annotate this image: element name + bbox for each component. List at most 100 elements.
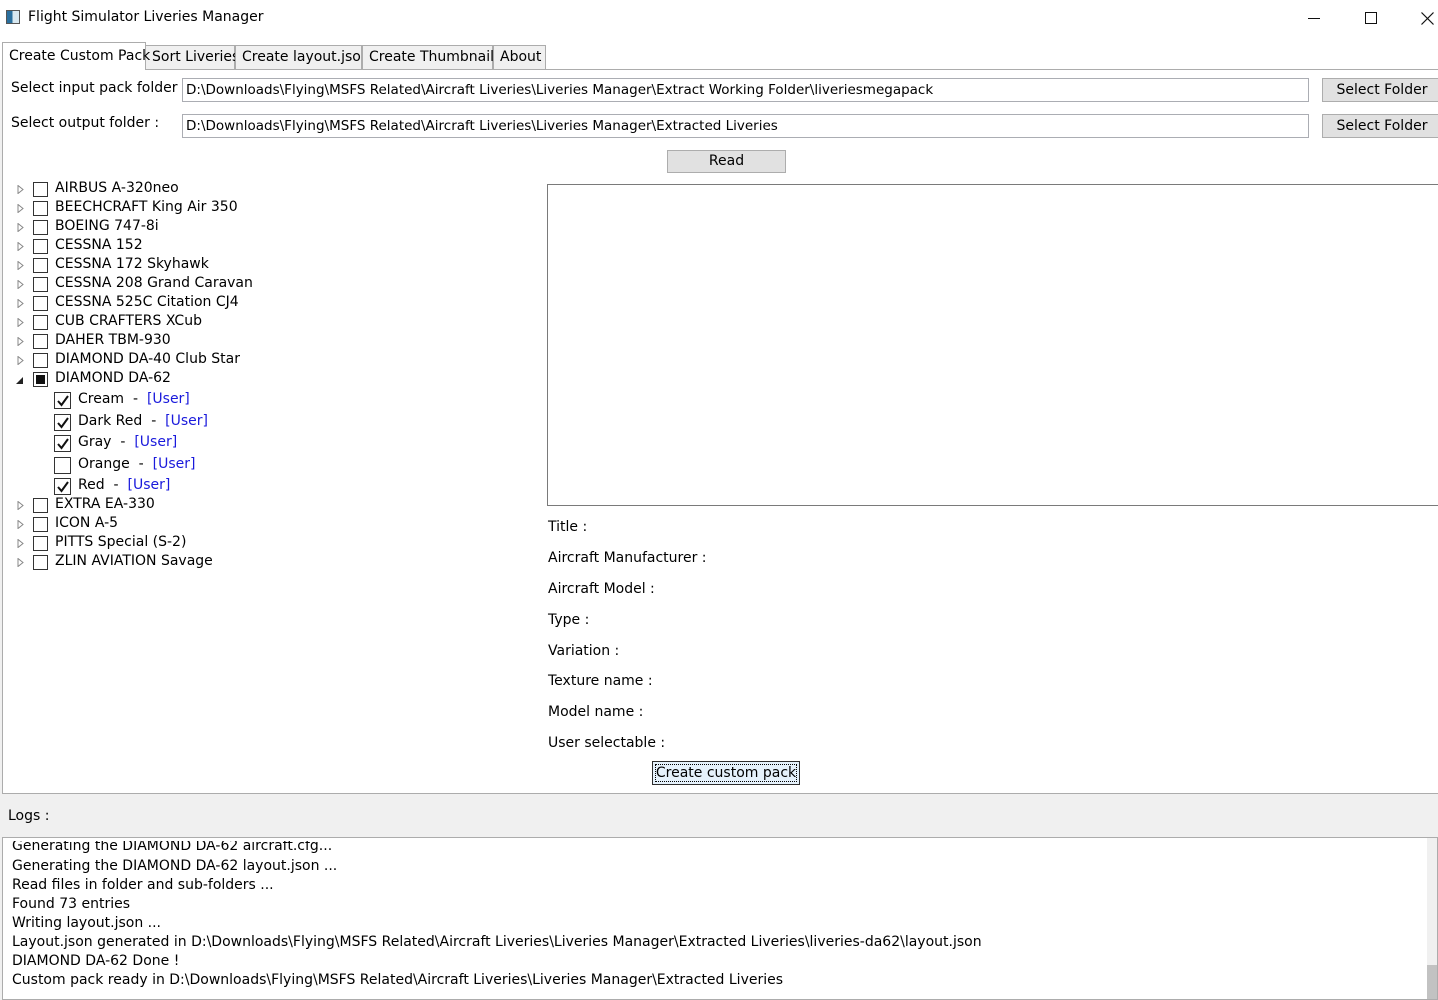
tree-item-label: CUB CRAFTERS XCub xyxy=(55,313,202,329)
tree-checkbox[interactable] xyxy=(33,239,48,254)
app-window: Flight Simulator Liveries Manager Create… xyxy=(0,0,1438,1000)
detail-model-name-label: Model name : xyxy=(548,704,644,720)
livery-checkbox-unchecked[interactable] xyxy=(54,457,71,474)
log-line: Read files in folder and sub-folders ... xyxy=(12,877,274,893)
checkmark-icon xyxy=(57,417,69,429)
logs-scroll-thumb[interactable] xyxy=(1427,965,1437,999)
minimize-button[interactable] xyxy=(1290,0,1338,36)
livery-checkbox-checked[interactable] xyxy=(54,435,71,452)
tree-checkbox[interactable] xyxy=(33,334,48,349)
livery-name: Dark Red xyxy=(78,413,143,429)
log-line: Writing layout.json ... xyxy=(12,915,162,931)
expand-arrow-icon[interactable] xyxy=(16,318,25,327)
tab-sort-liveries[interactable]: Sort Liveries xyxy=(145,45,239,69)
tree-item-label: EXTRA EA-330 xyxy=(55,496,155,512)
focus-rectangle xyxy=(655,764,797,782)
create-custom-pack-button[interactable]: Create custom pack xyxy=(652,761,800,785)
checkmark-icon xyxy=(57,395,69,407)
input-folder-label: Select input pack folder : xyxy=(11,80,187,96)
tab-create-thumbnails[interactable]: Create Thumbnails xyxy=(362,45,501,69)
tree-checkbox[interactable] xyxy=(33,201,48,216)
expand-arrow-icon[interactable] xyxy=(16,261,25,270)
tree-checkbox[interactable] xyxy=(33,258,48,273)
livery-checkbox-checked[interactable] xyxy=(54,478,71,495)
expand-arrow-icon[interactable] xyxy=(16,356,25,365)
tree-item-label: CESSNA 172 Skyhawk xyxy=(55,256,209,272)
tree-checkbox[interactable] xyxy=(33,555,48,570)
app-icon xyxy=(6,10,20,24)
logs-output[interactable]: Generating the DIAMOND DA-62 aircraft.cf… xyxy=(2,837,1438,1000)
livery-user-tag: [User] xyxy=(134,434,178,450)
tab-create-custom-pack[interactable]: Create Custom Pack xyxy=(2,42,150,70)
log-line: DIAMOND DA-62 Done ! xyxy=(12,953,180,969)
livery-separator: - xyxy=(113,477,119,493)
tree-item-label: CESSNA 208 Grand Caravan xyxy=(55,275,253,291)
tree-checkbox[interactable] xyxy=(33,220,48,235)
detail-title-label: Title : xyxy=(548,519,588,535)
detail-texture-label: Texture name : xyxy=(548,673,653,689)
close-icon xyxy=(1420,11,1434,25)
maximize-button[interactable] xyxy=(1347,0,1395,36)
select-output-folder-button[interactable]: Select Folder xyxy=(1322,114,1438,138)
expand-arrow-icon[interactable] xyxy=(16,558,25,567)
livery-user-tag: [User] xyxy=(127,477,171,493)
expand-arrow-icon[interactable] xyxy=(16,280,25,289)
tree-item-label: AIRBUS A-320neo xyxy=(55,180,179,196)
tree-checkbox[interactable] xyxy=(33,536,48,551)
maximize-icon xyxy=(1365,12,1377,24)
expand-arrow-icon[interactable] xyxy=(16,337,25,346)
tree-checkbox-partial[interactable] xyxy=(33,372,48,387)
tree-checkbox[interactable] xyxy=(33,182,48,197)
expand-arrow-icon[interactable] xyxy=(16,299,25,308)
expand-arrow-icon[interactable] xyxy=(16,185,25,194)
log-line: Found 73 entries xyxy=(12,896,130,912)
collapse-arrow-icon[interactable] xyxy=(15,376,24,385)
tree-checkbox[interactable] xyxy=(33,498,48,513)
livery-separator: - xyxy=(151,413,157,429)
livery-user-tag: [User] xyxy=(146,391,190,407)
expand-arrow-icon[interactable] xyxy=(16,242,25,251)
tab-about[interactable]: About xyxy=(493,45,546,69)
output-folder-field[interactable]: D:\Downloads\Flying\MSFS Related\Aircraf… xyxy=(182,114,1309,138)
input-folder-field[interactable]: D:\Downloads\Flying\MSFS Related\Aircraf… xyxy=(182,78,1309,102)
expand-arrow-icon[interactable] xyxy=(16,204,25,213)
detail-manufacturer-label: Aircraft Manufacturer : xyxy=(548,550,707,566)
logs-scrollbar[interactable] xyxy=(1427,838,1437,999)
livery-name: Orange xyxy=(78,456,130,472)
tree-item-label: CESSNA 525C Citation CJ4 xyxy=(55,294,239,310)
close-button[interactable] xyxy=(1403,0,1438,36)
tree-item-label: ZLIN AVIATION Savage xyxy=(55,553,213,569)
window-title: Flight Simulator Liveries Manager xyxy=(28,9,264,25)
expand-arrow-icon[interactable] xyxy=(16,520,25,529)
tab-create-layout-json[interactable]: Create layout.json xyxy=(235,45,370,69)
detail-user-selectable-label: User selectable : xyxy=(548,735,666,751)
checkmark-icon xyxy=(57,438,69,450)
tree-checkbox[interactable] xyxy=(33,296,48,311)
minimize-icon xyxy=(1308,18,1320,19)
expand-arrow-icon[interactable] xyxy=(16,539,25,548)
detail-type-label: Type : xyxy=(548,612,590,628)
tree-checkbox[interactable] xyxy=(33,353,48,368)
livery-separator: - xyxy=(120,434,126,450)
read-button[interactable]: Read xyxy=(667,150,786,173)
livery-checkbox-checked[interactable] xyxy=(54,392,71,409)
select-input-folder-button[interactable]: Select Folder xyxy=(1322,78,1438,102)
log-line: Custom pack ready in D:\Downloads\Flying… xyxy=(12,972,784,988)
tree-item-label: BOEING 747-8i xyxy=(55,218,159,234)
logs-label: Logs : xyxy=(8,808,50,824)
livery-checkbox-checked[interactable] xyxy=(54,414,71,431)
livery-label: Dark Red - [User] xyxy=(78,413,208,429)
tree-checkbox[interactable] xyxy=(33,517,48,532)
detail-variation-label: Variation : xyxy=(548,643,620,659)
livery-label: Gray - [User] xyxy=(78,434,177,450)
log-line: Layout.json generated in D:\Downloads\Fl… xyxy=(12,934,982,950)
tree-checkbox[interactable] xyxy=(33,277,48,292)
livery-name: Cream xyxy=(78,391,125,407)
log-line: Generating the DIAMOND DA-62 layout.json… xyxy=(12,858,338,874)
tree-item-label: DIAMOND DA-40 Club Star xyxy=(55,351,240,367)
expand-arrow-icon[interactable] xyxy=(16,501,25,510)
livery-user-tag: [User] xyxy=(152,456,196,472)
expand-arrow-icon[interactable] xyxy=(16,223,25,232)
livery-name: Gray xyxy=(78,434,112,450)
tree-checkbox[interactable] xyxy=(33,315,48,330)
